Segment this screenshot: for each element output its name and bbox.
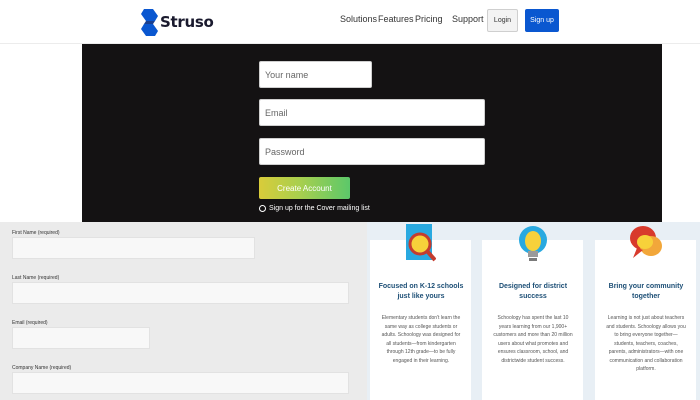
magnifier-icon bbox=[406, 224, 436, 262]
nav-link-support[interactable]: Support bbox=[452, 14, 484, 24]
feature-card-community: Bring your community together Learning i… bbox=[595, 226, 696, 400]
login-button[interactable]: Login bbox=[487, 9, 518, 32]
email-input[interactable] bbox=[259, 99, 485, 126]
nav-link-features[interactable]: Features bbox=[378, 14, 414, 24]
company-input[interactable] bbox=[12, 372, 349, 394]
feature-title: Designed for district success bbox=[498, 283, 568, 300]
top-navbar: Struso Solutions Features Pricing Suppor… bbox=[0, 0, 700, 44]
signup-button[interactable]: Sign up bbox=[525, 9, 559, 32]
company-label: Company Name (required) bbox=[12, 365, 72, 371]
feature-title: Focused on K-12 schools just like yours bbox=[378, 283, 464, 300]
create-account-button[interactable]: Create Account bbox=[259, 177, 350, 199]
feature-description: Elementary students don't learn the same… bbox=[381, 315, 461, 364]
mailing-list-option[interactable]: Sign up for the Cover mailing list bbox=[259, 205, 370, 212]
signup-panel bbox=[82, 44, 662, 222]
page: Struso Solutions Features Pricing Suppor… bbox=[0, 0, 700, 400]
lead-email-input[interactable] bbox=[12, 327, 150, 349]
chat-bubbles-icon bbox=[630, 226, 662, 258]
last-name-label: Last Name (required) bbox=[12, 275, 60, 281]
name-input[interactable] bbox=[259, 61, 372, 88]
mailing-list-label: Sign up for the Cover mailing list bbox=[269, 205, 370, 212]
last-name-input[interactable] bbox=[12, 282, 349, 304]
feature-card-district: Designed for district success Schoology … bbox=[482, 226, 583, 400]
email-label: Email (required) bbox=[12, 320, 48, 326]
feature-title: Bring your community together bbox=[608, 283, 684, 300]
mailing-list-radio[interactable] bbox=[259, 205, 266, 212]
feature-description: Schoology has spent the last 10 years le… bbox=[493, 315, 573, 364]
struso-logo-icon bbox=[141, 8, 158, 36]
password-input[interactable] bbox=[259, 138, 485, 165]
lightbulb-icon bbox=[519, 226, 547, 261]
first-name-label: First Name (required) bbox=[12, 230, 60, 236]
nav-link-solutions[interactable]: Solutions bbox=[340, 14, 377, 24]
feature-card-k12: Focused on K-12 schools just like yours … bbox=[370, 224, 471, 400]
brand-logo[interactable]: Struso bbox=[141, 8, 214, 36]
first-name-input[interactable] bbox=[12, 237, 255, 259]
feature-description: Learning is not just about teachers and … bbox=[606, 315, 686, 372]
nav-link-pricing[interactable]: Pricing bbox=[415, 14, 443, 24]
brand-name: Struso bbox=[160, 13, 214, 31]
lead-form: First Name (required) Last Name (require… bbox=[0, 222, 367, 400]
